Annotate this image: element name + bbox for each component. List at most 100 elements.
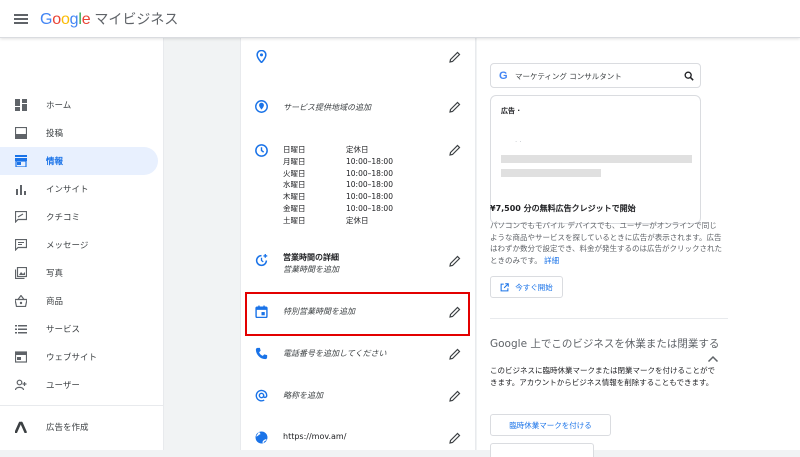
sidebar-item-products[interactable]: 商品 <box>0 287 158 315</box>
clock-add-icon <box>255 254 268 267</box>
service-area-label: サービス提供地域の追加 <box>283 103 371 112</box>
sidebar-item-create-ad[interactable]: 広告を作成 <box>0 413 158 441</box>
location-row[interactable] <box>241 50 477 70</box>
location-pin-icon <box>256 50 267 63</box>
sidebar-item-label: ユーザー <box>46 381 80 391</box>
mark-temporarily-closed-button[interactable]: 臨時休業マークを付ける <box>490 414 611 436</box>
sidebar-item-reviews[interactable]: クチコミ <box>0 203 158 231</box>
review-icon <box>15 211 27 223</box>
list-icon <box>15 323 27 335</box>
edit-icon[interactable] <box>449 348 461 360</box>
business-hours-row[interactable]: 日曜日 定休日 月曜日 10:00–18:00 火曜日 10:00–18:00 水曜日… <box>241 144 477 230</box>
sidebar-item-label: ホーム <box>46 101 72 111</box>
at-sign-icon <box>255 389 268 402</box>
phone-icon <box>255 347 268 360</box>
search-query: マーケティング コンサルタント <box>515 72 622 81</box>
sidebar-item-label: メッセージ <box>46 241 89 251</box>
section-divider <box>490 318 728 319</box>
edit-icon[interactable] <box>449 51 461 63</box>
business-info-panel: サービス提供地域の追加 日曜日 定休日 月曜日 10:00–18:00 火曜日 10:… <box>240 38 476 450</box>
sidebar-item-label: 情報 <box>46 157 64 167</box>
phone-row[interactable]: 電話番号を追加してください <box>241 347 477 367</box>
photo-icon <box>15 267 27 279</box>
sidebar-item-photos[interactable]: 写真 <box>0 259 158 287</box>
website-icon <box>15 351 27 363</box>
credit-description: パソコンでもモバイル デバイスでも、ユーザーがオンラインで同じような商品やサービ… <box>490 221 722 265</box>
sidebar-item-label: 写真 <box>46 269 64 279</box>
hours-row: 土曜日 定休日 <box>283 215 369 225</box>
service-area-row[interactable]: サービス提供地域の追加 <box>241 100 477 120</box>
sidebar-item-website[interactable]: ウェブサイト <box>0 343 158 371</box>
open-external-icon <box>500 282 510 291</box>
more-hours-sub: 営業時間を追加 <box>283 265 339 274</box>
hours-list: 日曜日 定休日 月曜日 10:00–18:00 火曜日 10:00–18:00 水曜日… <box>283 144 393 227</box>
close-business-title: Google 上でこのビジネスを休業または閉業する <box>490 338 720 350</box>
sidebar-item-label: 商品 <box>46 297 64 307</box>
google-ads-icon <box>15 421 27 433</box>
website-url: https://mov.am/ <box>283 432 347 441</box>
ad-placeholder-line <box>501 169 601 177</box>
menu-icon[interactable] <box>14 13 28 24</box>
app-brand: Google マイビジネス <box>40 9 178 29</box>
close-business-description: このビジネスに臨時休業マークまたは閉業マークを付けることができます。アカウントか… <box>490 366 715 387</box>
sidebar-item-home[interactable]: ホーム <box>0 91 158 119</box>
sidebar-item-info[interactable]: 情報 <box>0 147 158 175</box>
clock-icon <box>255 144 268 157</box>
dashboard-icon <box>15 99 27 111</box>
sidebar-item-label: ウェブサイト <box>46 353 98 363</box>
more-hours-title: 営業時間の詳細 <box>283 253 339 262</box>
start-now-button[interactable]: 今すぐ開始 <box>490 276 563 298</box>
edit-icon[interactable] <box>449 144 461 156</box>
ads-panel: G マーケティング コンサルタント 広告 · · · ¥7,500 分の無料広告… <box>477 38 800 457</box>
sidebar-item-label: クチコミ <box>46 213 81 223</box>
sidebar-divider <box>0 405 164 406</box>
details-link[interactable]: 詳細 <box>544 256 559 265</box>
hours-row: 月曜日 10:00–18:00 <box>283 156 393 166</box>
phone-label: 電話番号を追加してください <box>283 349 387 358</box>
hours-row: 日曜日 定休日 <box>283 145 369 154</box>
short-name-row[interactable]: 略称を追加 <box>241 389 477 409</box>
service-area-icon <box>255 100 268 113</box>
sidebar-item-label: サービス <box>46 325 81 335</box>
search-icon <box>684 71 694 81</box>
hours-row: 水曜日 10:00–18:00 <box>283 180 393 190</box>
post-icon <box>15 127 27 139</box>
sidebar-item-label: インサイト <box>46 185 89 195</box>
sidebar-item-posts[interactable]: 投稿 <box>0 119 158 147</box>
google-g-icon: G <box>499 70 508 82</box>
sidebar-item-label: 投稿 <box>46 129 64 139</box>
message-icon <box>15 239 27 251</box>
highlight-box <box>245 292 470 336</box>
credit-title: ¥7,500 分の無料広告クレジットで開始 <box>490 204 636 213</box>
add-user-icon <box>15 379 27 391</box>
next-action-button[interactable] <box>490 443 594 457</box>
sidebar-item-services[interactable]: サービス <box>0 315 158 343</box>
globe-icon <box>255 431 268 444</box>
chevron-up-icon[interactable] <box>707 355 719 363</box>
sidebar: ホーム 投稿 情報 インサイト クチコミ メッセージ 写真 商品 サービス ウェ… <box>0 38 164 450</box>
edit-icon[interactable] <box>449 432 461 444</box>
website-row[interactable]: https://mov.am/ <box>241 431 477 451</box>
top-app-bar: Google マイビジネス <box>0 0 800 38</box>
sidebar-item-messages[interactable]: メッセージ <box>0 231 158 259</box>
edit-icon[interactable] <box>449 255 461 267</box>
edit-icon[interactable] <box>449 390 461 402</box>
ad-preview-search-bar: G マーケティング コンサルタント <box>490 63 701 88</box>
edit-icon[interactable] <box>449 101 461 113</box>
ad-label: 広告 · <box>501 107 521 115</box>
sidebar-item-users[interactable]: ユーザー <box>0 371 158 399</box>
product-name: マイビジネス <box>94 11 179 28</box>
ad-placeholder-dots: · · <box>515 138 522 146</box>
hours-row: 木曜日 10:00–18:00 <box>283 192 393 202</box>
google-logo: Google <box>40 10 91 28</box>
basket-icon <box>15 295 27 307</box>
sidebar-item-insights[interactable]: インサイト <box>0 175 158 203</box>
hours-row: 火曜日 10:00–18:00 <box>283 168 393 178</box>
ad-placeholder-line <box>501 155 692 163</box>
hours-row: 金曜日 10:00–18:00 <box>283 203 393 213</box>
more-hours-row[interactable]: 営業時間の詳細 営業時間を追加 <box>241 252 477 278</box>
short-name-label: 略称を追加 <box>283 391 323 400</box>
sidebar-item-label: 広告を作成 <box>46 423 89 433</box>
bar-chart-icon <box>15 183 27 195</box>
storefront-icon <box>15 155 27 167</box>
